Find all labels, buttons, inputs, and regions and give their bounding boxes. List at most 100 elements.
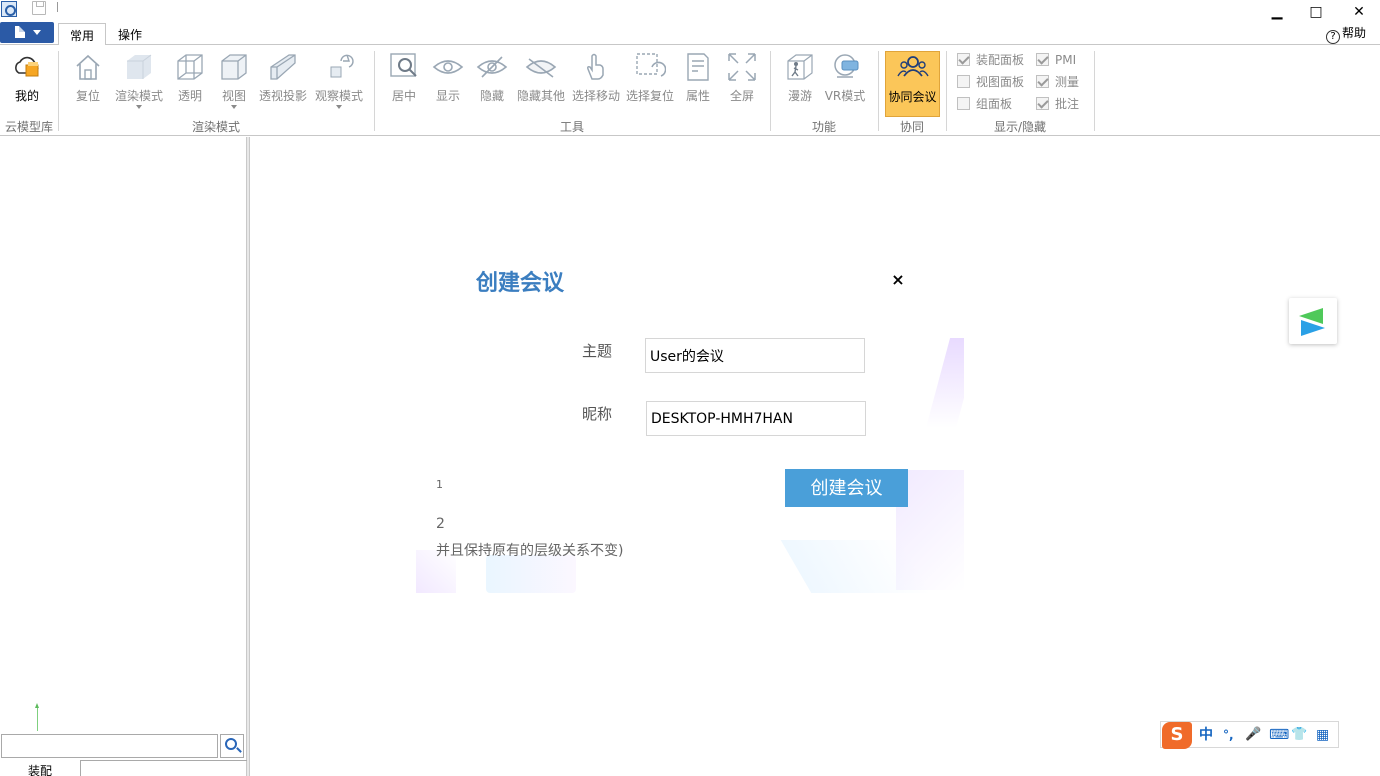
view-cube-icon <box>218 51 250 83</box>
group-separator <box>1094 51 1095 131</box>
measure-checkbox[interactable]: 测量 <box>1036 74 1079 90</box>
show-label: 显示 <box>435 89 460 103</box>
group-panel-checkbox[interactable]: 组面板 <box>957 96 1012 112</box>
render-mode-button[interactable]: 渲染模式 <box>112 51 166 115</box>
fullscreen-button[interactable]: 全屏 <box>722 51 762 115</box>
save-icon[interactable] <box>32 1 46 15</box>
dashed-rotate-icon <box>634 51 667 83</box>
app-logo-icon <box>1 1 17 17</box>
perspective-label: 透视投影 <box>258 89 307 103</box>
properties-button[interactable]: 属性 <box>678 51 718 115</box>
group-label-collab: 协同 <box>899 120 924 134</box>
people-icon <box>896 52 929 84</box>
subject-field[interactable] <box>645 338 865 373</box>
mine-button[interactable]: 我的 <box>4 51 50 115</box>
perspective-button[interactable]: 透视投影 <box>258 51 308 115</box>
tab-operation[interactable]: 操作 <box>107 23 153 45</box>
create-meeting-dialog: 创建会议 × 主题 昵称 创建会议 1 2 并且保持原有的层级关系不变) <box>416 250 964 593</box>
collab-meeting-button[interactable]: 协同会议 <box>885 51 940 117</box>
home-icon <box>72 51 104 83</box>
solid-cube-icon <box>123 51 155 83</box>
center-label: 居中 <box>391 89 416 103</box>
observe-mode-label: 观察模式 <box>314 89 363 103</box>
group-label-function: 功能 <box>811 120 836 134</box>
observe-mode-button[interactable]: 观察模式 <box>312 51 366 115</box>
walk-button[interactable]: 漫游 <box>780 51 820 115</box>
select-move-label: 选择移动 <box>571 89 620 103</box>
ime-microphone-icon[interactable]: 🎤 <box>1245 725 1261 745</box>
checkbox-unchecked-icon <box>957 75 970 88</box>
quick-access-separator <box>57 2 58 12</box>
hide-button[interactable]: 隐藏 <box>472 51 512 115</box>
perspective-icon <box>267 51 299 83</box>
group-panel-label: 组面板 <box>976 97 1013 111</box>
ime-logo-icon[interactable]: S <box>1162 722 1192 749</box>
nickname-field[interactable] <box>646 401 866 436</box>
ime-punctuation-icon[interactable]: °, <box>1223 725 1234 745</box>
panel-splitter[interactable] <box>247 137 250 776</box>
annotation-checkbox[interactable]: 批注 <box>1036 96 1079 112</box>
select-move-button[interactable]: 选择移动 <box>570 51 622 115</box>
hide-others-label: 隐藏其他 <box>516 89 565 103</box>
create-meeting-button[interactable]: 创建会议 <box>785 469 908 507</box>
hide-others-button[interactable]: 隐藏其他 <box>514 51 568 115</box>
group-label-render: 渲染模式 <box>191 120 240 134</box>
nickname-label: 昵称 <box>582 405 613 423</box>
tree-search-input[interactable] <box>1 734 218 758</box>
checkbox-checked-icon <box>1036 97 1049 110</box>
document-icon <box>15 26 25 38</box>
pmi-label: PMI <box>1055 53 1077 67</box>
ime-apps-icon[interactable]: ▦ <box>1316 725 1329 745</box>
ime-keyboard-icon[interactable]: ⌨ <box>1269 725 1289 745</box>
center-button[interactable]: 居中 <box>384 51 424 115</box>
group-label-tools: 工具 <box>559 120 584 134</box>
view-label: 视图 <box>221 89 246 103</box>
reset-button[interactable]: 复位 <box>68 51 108 115</box>
background-text-fragment: 1 <box>436 478 443 491</box>
chevron-down-icon <box>33 30 41 35</box>
dialog-close-icon[interactable]: × <box>890 272 906 288</box>
file-menu-button[interactable] <box>0 22 54 43</box>
eye-slash-icon <box>476 51 508 83</box>
close-button[interactable]: ✕ <box>1344 2 1374 22</box>
maximize-button[interactable]: □ <box>1301 2 1331 22</box>
view-button[interactable]: 视图 <box>214 51 254 115</box>
walk-icon <box>784 51 816 83</box>
wireframe-cube-icon <box>174 51 206 83</box>
view-panel-label: 视图面板 <box>976 75 1025 89</box>
measure-label: 测量 <box>1055 75 1080 89</box>
chevron-down-icon <box>136 105 142 109</box>
dialog-title: 创建会议 <box>476 271 565 296</box>
tab-assembly[interactable]: 装配 <box>0 761 80 776</box>
fullscreen-label: 全屏 <box>729 89 754 103</box>
minimize-button[interactable]: ▁ <box>1262 2 1292 22</box>
assembly-panel-checkbox[interactable]: 装配面板 <box>957 52 1024 68</box>
show-button[interactable]: 显示 <box>428 51 468 115</box>
chevron-down-icon <box>336 105 342 109</box>
eye-slash-others-icon <box>525 51 557 83</box>
help-button[interactable]: ? 帮助 <box>1325 24 1366 44</box>
chevron-down-icon <box>231 105 237 109</box>
background-text-fragment: 2 <box>436 516 445 532</box>
tab-common[interactable]: 常用 <box>58 23 107 45</box>
annotation-label: 批注 <box>1055 97 1080 111</box>
group-label-cloud: 云模型库 <box>4 120 53 134</box>
help-icon: ? <box>1325 30 1340 44</box>
ime-skin-icon[interactable]: 👕 <box>1291 725 1307 745</box>
view-panel-checkbox[interactable]: 视图面板 <box>957 74 1024 90</box>
pmi-checkbox[interactable]: PMI <box>1036 52 1076 68</box>
ribbon-toolbar: 我的 云模型库 复位 渲染模式 透明 视图 透视投影 观察模式 渲染模式 居中 … <box>0 44 1380 136</box>
floating-app-widget[interactable] <box>1289 298 1337 344</box>
subject-label: 主题 <box>582 342 613 360</box>
vr-mode-button[interactable]: VR模式 <box>822 51 868 115</box>
bottom-tab-strip <box>80 760 247 776</box>
help-label: 帮助 <box>1341 26 1366 40</box>
vr-mode-label: VR模式 <box>824 89 866 103</box>
tree-search-button[interactable] <box>220 734 244 758</box>
background-text-fragment: 并且保持原有的层级关系不变) <box>436 543 624 559</box>
document-properties-icon <box>682 51 714 83</box>
ime-language-toggle[interactable]: 中 <box>1199 725 1213 745</box>
select-reset-button[interactable]: 选择复位 <box>624 51 676 115</box>
assembly-panel-label: 装配面板 <box>976 53 1025 67</box>
transparent-button[interactable]: 透明 <box>170 51 210 115</box>
